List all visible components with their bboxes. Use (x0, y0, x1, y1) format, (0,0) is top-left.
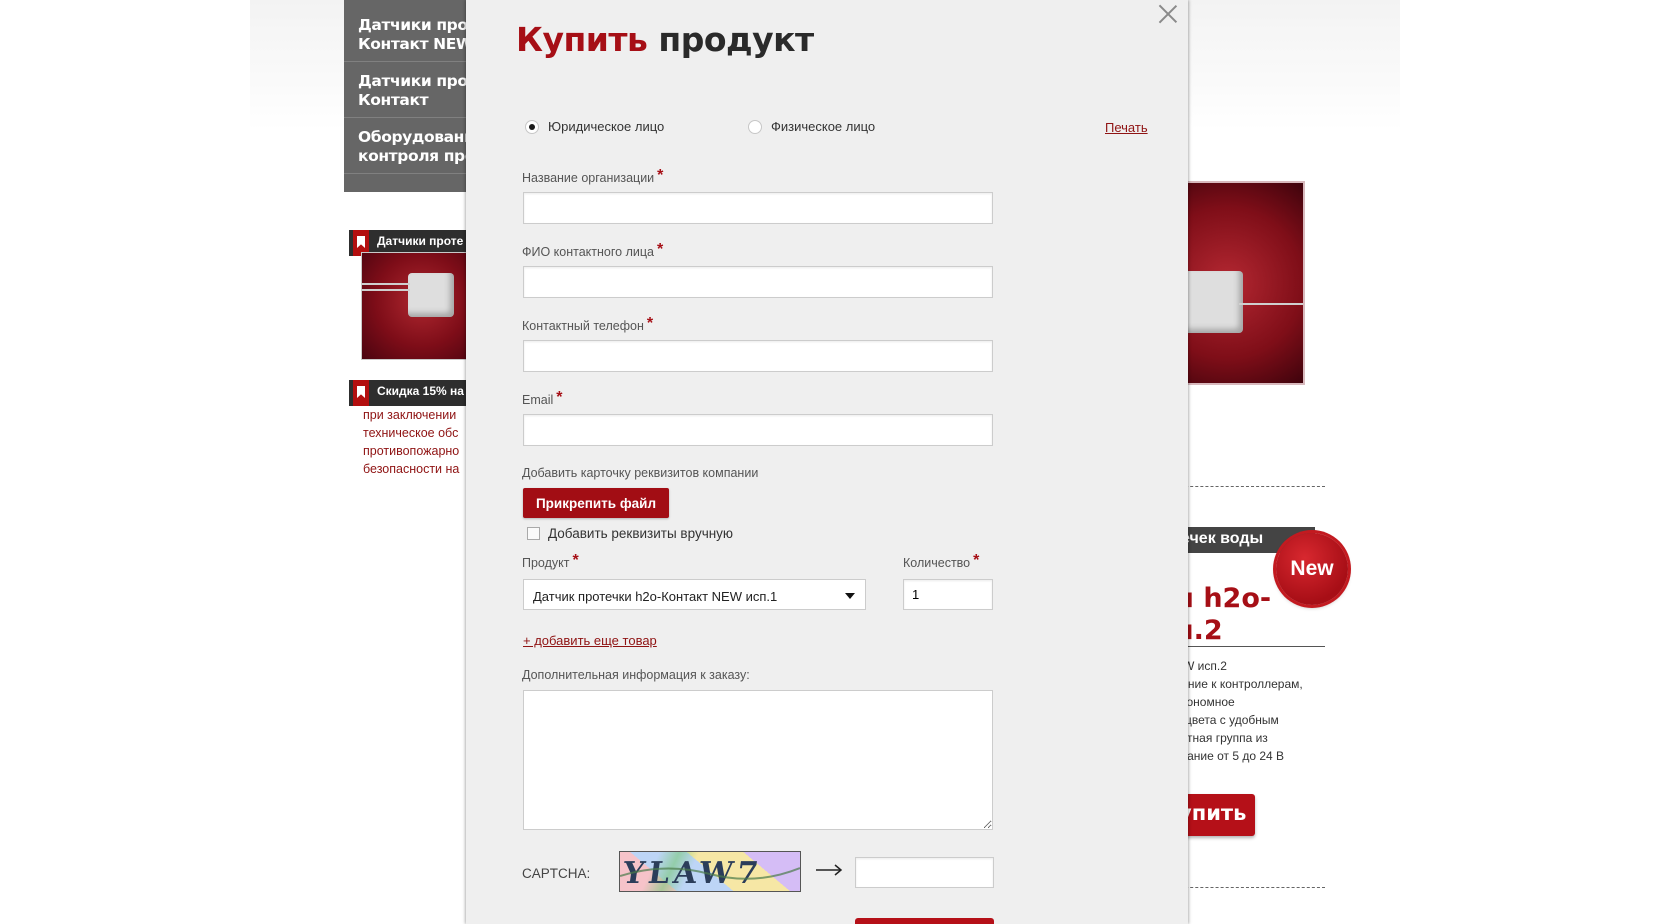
sensor-device (408, 273, 454, 317)
divider (1175, 486, 1325, 487)
manual-requisites-checkbox-row[interactable]: Добавить реквизиты вручную (527, 526, 733, 541)
phone-input[interactable] (523, 340, 993, 372)
text-line: EW исп.2 (1175, 659, 1227, 673)
product-select-value: Датчик протечки h2o-Контакт NEW исп.1 (533, 589, 778, 604)
radio-label: Физическое лицо (771, 119, 876, 134)
checkbox-label: Добавить реквизиты вручную (548, 526, 734, 541)
text-line: при заключении (363, 408, 457, 422)
product-card-description: EW исп.2 чение к контроллерам, втономное… (1175, 657, 1325, 765)
text-line: актная группа из (1175, 731, 1268, 745)
radio-individual[interactable]: Физическое лицо (748, 119, 875, 134)
add-item-link[interactable]: + добавить еще товар (523, 633, 657, 648)
modal-title-accent: Купить (516, 20, 648, 59)
submit-order-button[interactable] (855, 918, 994, 924)
product-card-title[interactable]: и h2o- п.2 (1175, 583, 1325, 647)
email-input[interactable] (523, 414, 993, 446)
arrow-right-icon (816, 864, 843, 876)
label-text: ФИО контактного лица (522, 245, 654, 259)
required-mark: * (646, 315, 654, 332)
captcha-label: CAPTCHA: (522, 866, 591, 881)
print-link[interactable]: Печать (1105, 120, 1148, 135)
radio-button[interactable] (525, 119, 539, 134)
buy-product-modal: Купить продукт Юридическое лицо Физическ… (466, 0, 1188, 924)
label-text: Email (522, 393, 554, 407)
attach-file-button[interactable]: Прикрепить файл (523, 488, 669, 518)
chevron-down-icon (845, 593, 855, 599)
label-text: Название организации (522, 171, 655, 185)
radio-label: Юридическое лицо (548, 119, 665, 134)
left-nav-item[interactable]: Оборудование контроля прот (344, 118, 470, 174)
left-discount-text: при заключении техническое обс противопо… (363, 406, 473, 478)
text-line: чение к контроллерам, (1175, 677, 1303, 691)
text-line: втономное (1175, 695, 1235, 709)
left-promo-banner-label: Датчики проте (377, 234, 464, 248)
left-discount-banner[interactable]: Скидка 15% на (349, 380, 475, 406)
captcha-text-graphic: YLAW7 (620, 856, 800, 891)
wire (1239, 303, 1303, 305)
manual-requisites-checkbox[interactable] (527, 527, 540, 540)
contact-name-input[interactable] (523, 266, 993, 298)
divider (1175, 646, 1325, 647)
left-product-image[interactable] (361, 252, 471, 360)
radio-legal-entity[interactable]: Юридическое лицо (525, 119, 664, 134)
text-line: безопасности на (363, 462, 460, 476)
text-line: о цвета с удобным (1175, 713, 1279, 727)
modal-title-rest: продукт (647, 20, 814, 59)
right-product-image[interactable] (1175, 181, 1305, 385)
quantity-input[interactable] (903, 579, 993, 610)
required-mark: * (973, 552, 980, 569)
required-mark: * (556, 389, 563, 406)
left-nav: Датчики прот Контакт NEW Датчики прот Ко… (344, 0, 470, 192)
required-mark: * (656, 241, 664, 258)
left-nav-item[interactable]: Датчики прот Контакт (344, 62, 470, 118)
close-icon[interactable] (1157, 2, 1179, 24)
wire (362, 289, 410, 291)
requisites-card-label: Добавить карточку реквизитов компании (522, 466, 759, 480)
captcha-image: YLAW7 (619, 851, 801, 892)
divider (1175, 887, 1325, 888)
product-select[interactable]: Датчик протечки h2o-Контакт NEW исп.1 (523, 579, 866, 610)
modal-title: Купить продукт (516, 20, 814, 59)
label-text: Контактный телефон (522, 319, 644, 333)
quantity-label: Количество * (903, 552, 980, 572)
required-mark: * (572, 552, 579, 569)
org-name-input[interactable] (523, 192, 993, 224)
label-text: Продукт (522, 556, 570, 570)
required-mark: * (657, 167, 664, 184)
extra-info-label: Дополнительная информация к заказу: (522, 668, 750, 682)
extra-info-textarea[interactable] (523, 690, 993, 830)
text-line: техническое обс (363, 426, 459, 440)
wire (362, 283, 410, 285)
email-label: Email * (522, 389, 563, 409)
text-line: итание от 5 до 24 В (1175, 749, 1285, 763)
left-discount-banner-label: Скидка 15% на (377, 384, 464, 398)
phone-label: Контактный телефон * (522, 315, 654, 335)
captcha-input[interactable] (855, 857, 994, 888)
text-line: противопожарно (363, 444, 460, 458)
svg-text:YLAW7: YLAW7 (620, 856, 764, 891)
left-nav-item[interactable]: Датчики прот Контакт NEW (344, 0, 470, 62)
contact-name-label: ФИО контактного лица * (522, 241, 664, 261)
sensor-device (1183, 271, 1243, 333)
org-name-label: Название организации * (522, 167, 664, 187)
bookmark-icon (353, 380, 369, 406)
product-label: Продукт * (522, 552, 579, 572)
radio-button[interactable] (748, 119, 762, 134)
label-text: Количество (903, 556, 971, 570)
